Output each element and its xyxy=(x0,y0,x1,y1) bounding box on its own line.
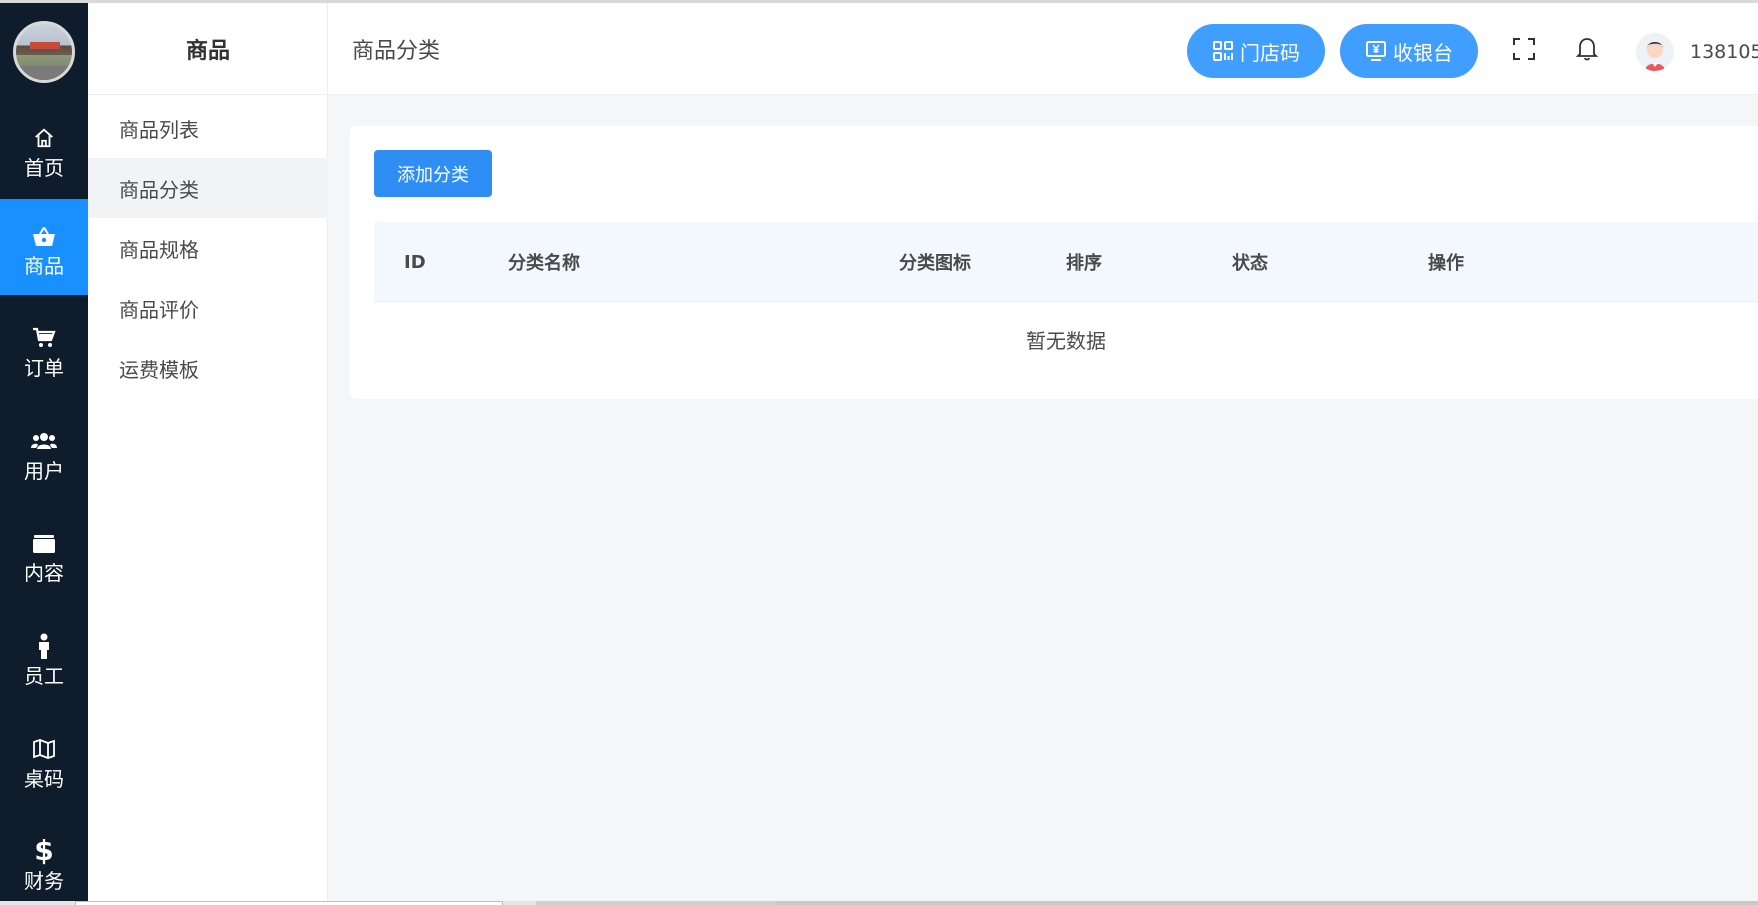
column-sort: 排序 xyxy=(1066,253,1102,274)
home-icon xyxy=(0,125,88,151)
sub-menu-item-goods-spec[interactable]: 商品规格 xyxy=(88,218,328,278)
folder-icon xyxy=(0,530,88,556)
cart-icon xyxy=(0,325,88,351)
cashier-label: 收银台 xyxy=(1393,40,1453,65)
basket-icon xyxy=(0,223,88,249)
sub-menu-item-goods-list[interactable]: 商品列表 xyxy=(88,98,328,158)
sub-menu: 商品 商品列表 商品分类 商品规格 商品评价 运费模板 xyxy=(88,3,328,905)
store-code-label: 门店码 xyxy=(1240,40,1300,65)
dollar-icon: $ xyxy=(34,834,54,867)
rail-item-content[interactable]: 内容 xyxy=(0,506,88,602)
rail-item-finance[interactable]: $ 财务 xyxy=(0,814,88,905)
sub-menu-item-goods-category[interactable]: 商品分类 xyxy=(88,158,328,218)
user-name[interactable]: 138105 xyxy=(1690,33,1758,71)
cashier-icon xyxy=(1366,41,1386,61)
users-icon xyxy=(0,428,88,454)
store-code-button[interactable]: 门店码 xyxy=(1187,24,1325,78)
app-window: 首页 商品 订单 用户 内容 员工 桌码 $ 财务 商品 商品列表 商品分类 商… xyxy=(0,0,1758,905)
rail-item-home[interactable]: 首页 xyxy=(0,101,88,197)
bell-icon[interactable] xyxy=(1571,33,1603,65)
horizontal-scrollbar[interactable] xyxy=(0,901,1758,905)
rail-item-label: 订单 xyxy=(24,356,64,380)
store-avatar[interactable] xyxy=(13,21,75,83)
scrollbar-track-mid xyxy=(536,901,776,905)
rail-item-label: 员工 xyxy=(24,664,64,688)
rail-item-label: 财务 xyxy=(24,869,64,893)
person-icon xyxy=(0,633,88,659)
table-header: ID 分类名称 分类图标 排序 状态 操作 xyxy=(374,222,1758,302)
scrollbar-track-left xyxy=(75,901,503,905)
sub-menu-item-shipping-template[interactable]: 运费模板 xyxy=(88,338,328,398)
rail-item-label: 内容 xyxy=(24,561,64,585)
rail-item-staff[interactable]: 员工 xyxy=(0,609,88,705)
rail-item-goods[interactable]: 商品 xyxy=(0,199,88,295)
column-category-name: 分类名称 xyxy=(508,253,580,274)
cashier-button[interactable]: 收银台 xyxy=(1340,24,1478,78)
rail-item-label: 商品 xyxy=(24,254,64,278)
map-icon xyxy=(0,736,88,762)
page-title: 商品分类 xyxy=(352,39,441,64)
user-avatar[interactable] xyxy=(1636,33,1674,71)
sub-menu-item-goods-review[interactable]: 商品评价 xyxy=(88,278,328,338)
column-status: 状态 xyxy=(1232,253,1268,274)
add-category-button[interactable]: 添加分类 xyxy=(374,150,492,197)
top-header: 商品分类 门店码 收银台 138105 xyxy=(328,3,1758,95)
column-id: ID xyxy=(404,251,426,273)
rail-item-users[interactable]: 用户 xyxy=(0,404,88,500)
main-rail: 首页 商品 订单 用户 内容 员工 桌码 $ 财务 xyxy=(0,3,88,905)
column-category-icon: 分类图标 xyxy=(899,253,971,274)
rail-item-orders[interactable]: 订单 xyxy=(0,301,88,397)
column-actions: 操作 xyxy=(1428,253,1464,274)
category-card: 添加分类 ID 分类名称 分类图标 排序 状态 操作 暂无数据 xyxy=(350,126,1758,399)
rail-item-tables[interactable]: 桌码 xyxy=(0,712,88,808)
scrollbar-thumb xyxy=(776,901,1758,905)
empty-state-text: 暂无数据 xyxy=(1026,328,1106,353)
rail-item-label: 首页 xyxy=(24,156,64,180)
rail-item-label: 桌码 xyxy=(24,767,64,791)
fullscreen-icon[interactable] xyxy=(1508,33,1540,65)
rail-item-label: 用户 xyxy=(24,459,64,483)
sub-menu-title: 商品 xyxy=(88,3,328,95)
qrcode-icon xyxy=(1213,41,1233,61)
